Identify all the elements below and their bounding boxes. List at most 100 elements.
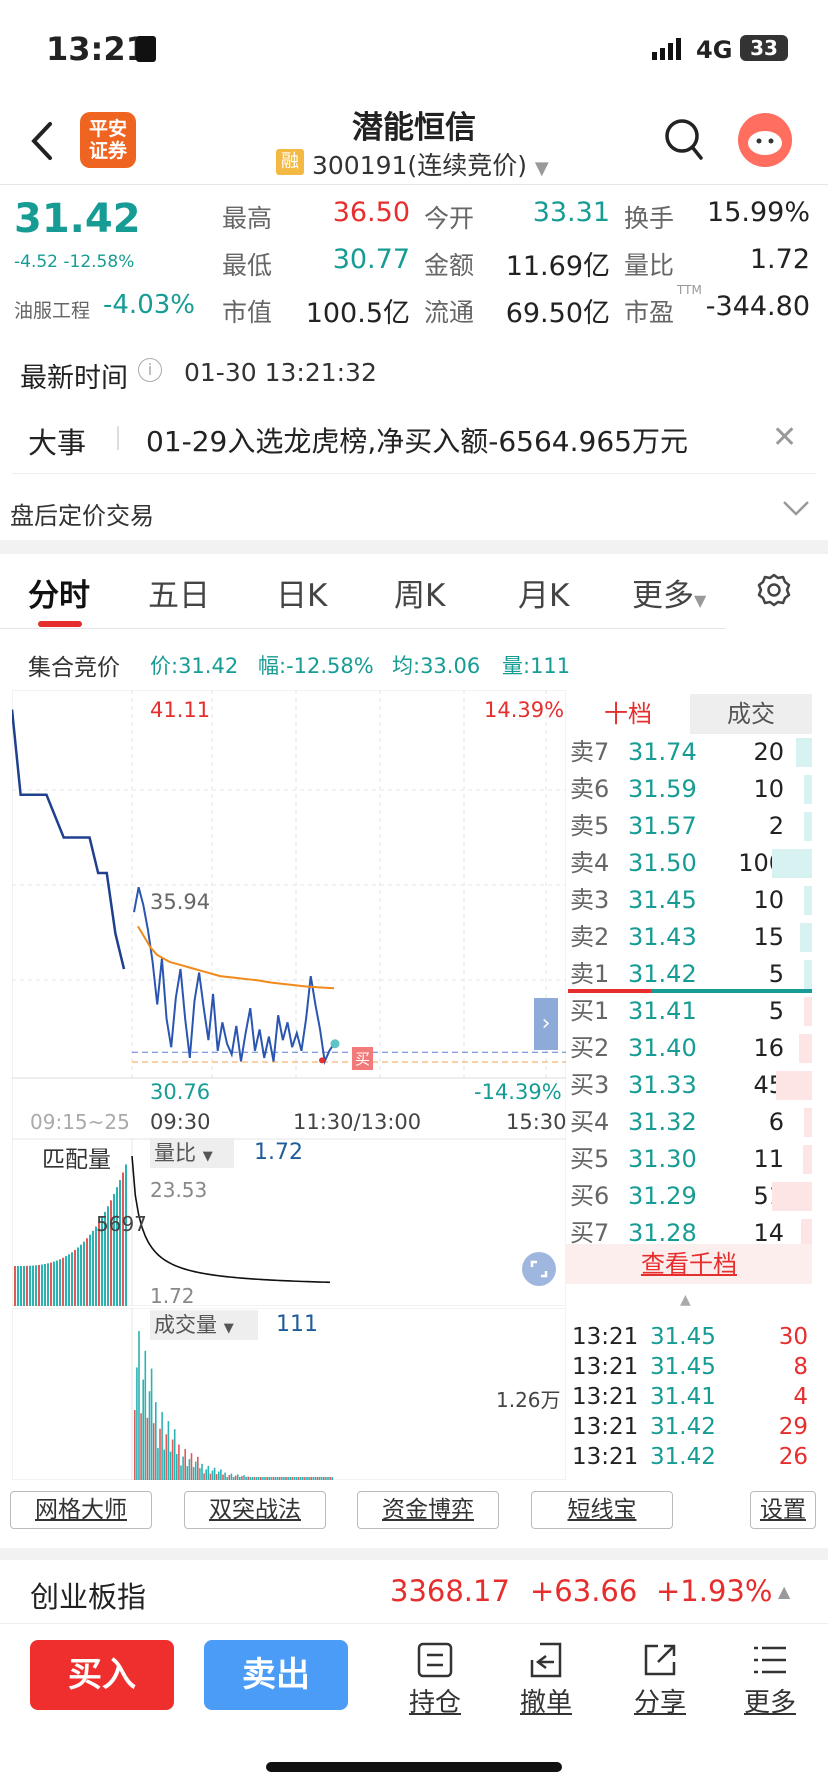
share-button[interactable]: 分享 bbox=[620, 1640, 700, 1719]
level-label: 卖2 bbox=[570, 923, 610, 951]
level-depth-bar bbox=[804, 886, 812, 915]
positions-button[interactable]: 持仓 bbox=[395, 1640, 475, 1719]
volume-bar bbox=[178, 1444, 180, 1480]
grid-master-button[interactable]: 网格大师 bbox=[10, 1491, 152, 1529]
match-volume-bar bbox=[122, 1172, 124, 1306]
info-icon[interactable]: i bbox=[138, 358, 162, 382]
short-line-button[interactable]: 短线宝 bbox=[531, 1491, 673, 1529]
tab-five-day[interactable]: 五日 bbox=[148, 570, 210, 615]
volume-bar bbox=[138, 1331, 140, 1480]
index-bar[interactable]: 创业板指 3368.17 +63.66 +1.93% ▲ bbox=[0, 1560, 828, 1624]
search-icon[interactable] bbox=[664, 118, 704, 166]
match-volume-bar bbox=[71, 1252, 73, 1306]
match-volume-bar bbox=[38, 1264, 40, 1306]
settings-gear-icon[interactable] bbox=[756, 572, 792, 612]
match-volume-bar bbox=[80, 1244, 82, 1306]
ratio-label: 量比 bbox=[154, 1141, 196, 1165]
max-price-label: 41.11 bbox=[150, 698, 211, 722]
volume-bar bbox=[304, 1477, 306, 1480]
volume-dropdown[interactable]: 成交量 ▼ bbox=[150, 1310, 258, 1340]
industry-name[interactable]: 油服工程 bbox=[14, 296, 90, 323]
match-volume-bar bbox=[65, 1256, 67, 1306]
volume-bar bbox=[194, 1461, 197, 1480]
tab-levels[interactable]: 十档 bbox=[568, 694, 688, 734]
volume-bar bbox=[253, 1477, 256, 1480]
volume-bar bbox=[310, 1477, 312, 1480]
level-label: 买4 bbox=[570, 1108, 610, 1136]
volume-bar bbox=[306, 1477, 308, 1480]
volume-bar bbox=[211, 1470, 214, 1480]
avatar[interactable] bbox=[738, 113, 792, 167]
level-label: 卖7 bbox=[570, 738, 610, 766]
volume-bar bbox=[142, 1379, 144, 1480]
double-breakout-button[interactable]: 双突战法 bbox=[184, 1491, 326, 1529]
order-book-row: 买1 31.41 5 bbox=[568, 993, 812, 1030]
volume-bar bbox=[293, 1477, 296, 1480]
latest-time-label: 最新时间 bbox=[20, 363, 128, 394]
collapse-up-icon[interactable]: ▲ bbox=[680, 1292, 691, 1308]
match-volume-bar bbox=[41, 1264, 43, 1306]
buy-button[interactable]: 买入 bbox=[30, 1640, 174, 1710]
level-price: 31.33 bbox=[628, 1071, 697, 1099]
level-depth-bar bbox=[799, 1034, 812, 1063]
tab-trades[interactable]: 成交 bbox=[690, 694, 812, 734]
level-price: 31.45 bbox=[628, 886, 697, 914]
match-volume-bar bbox=[56, 1260, 58, 1306]
fullscreen-icon[interactable] bbox=[522, 1252, 556, 1286]
more-menu-button[interactable]: 更多 bbox=[730, 1640, 810, 1719]
volume-bar bbox=[180, 1465, 182, 1480]
level-qty: 10 bbox=[753, 775, 784, 803]
tab-daily-k[interactable]: 日K bbox=[276, 570, 327, 615]
volume-bar bbox=[146, 1417, 149, 1480]
match-volume-bar bbox=[35, 1265, 37, 1306]
volume-bar bbox=[199, 1468, 201, 1480]
tab-timeshare[interactable]: 分时 bbox=[28, 570, 90, 615]
trade-row: 13:21 31.41 4 bbox=[570, 1382, 810, 1412]
level-qty: 10 bbox=[753, 886, 784, 914]
volume-bar bbox=[182, 1456, 184, 1480]
volume-bar bbox=[278, 1477, 281, 1480]
index-change: +63.66 bbox=[530, 1574, 638, 1608]
volume-bar bbox=[318, 1477, 321, 1480]
level-price: 31.42 bbox=[628, 960, 697, 988]
trade-row: 13:21 31.42 29 bbox=[570, 1412, 810, 1442]
volume-bar bbox=[320, 1477, 323, 1480]
cancel-order-button[interactable]: 撤单 bbox=[506, 1640, 586, 1719]
stock-code[interactable]: 300191(连续竞价) ▼ bbox=[312, 146, 549, 182]
volume-bar bbox=[234, 1475, 237, 1480]
ratio-max: 23.53 bbox=[150, 1178, 208, 1202]
quote-value: 69.50亿 bbox=[505, 298, 610, 329]
price-change: -4.52 -12.58% bbox=[14, 252, 135, 272]
trade-price: 31.41 bbox=[650, 1384, 716, 1410]
volume-ratio-line bbox=[131, 1155, 331, 1284]
x-label-midday: 11:30/13:00 bbox=[293, 1110, 422, 1134]
volume-bar bbox=[260, 1477, 262, 1480]
close-icon[interactable]: ✕ bbox=[772, 420, 797, 455]
after-hours-label: 盘后定价交易 bbox=[10, 502, 154, 530]
min-pct-label: -14.39% bbox=[474, 1080, 562, 1104]
volume-bar bbox=[176, 1454, 178, 1480]
expand-panel-icon[interactable]: › bbox=[534, 998, 558, 1050]
level-label: 买5 bbox=[570, 1145, 610, 1173]
trade-qty: 4 bbox=[793, 1384, 808, 1410]
sell-button[interactable]: 卖出 bbox=[204, 1640, 348, 1710]
capital-game-button[interactable]: 资金博弈 bbox=[357, 1491, 499, 1529]
volume-bar bbox=[215, 1474, 218, 1480]
volume-bar bbox=[329, 1477, 331, 1480]
tab-more[interactable]: 更多▼ bbox=[632, 570, 706, 615]
volume-ratio-dropdown[interactable]: 量比 ▼ bbox=[150, 1138, 234, 1168]
volume-bar bbox=[302, 1477, 304, 1480]
more-label: 更多 bbox=[743, 1688, 796, 1718]
event-divider bbox=[117, 426, 119, 450]
view-all-levels-button[interactable]: 查看千档 bbox=[566, 1244, 812, 1284]
id-card-icon bbox=[136, 36, 156, 62]
after-hours-bar[interactable]: 盘后定价交易 bbox=[0, 484, 828, 540]
tools-settings-button[interactable]: 设置 bbox=[750, 1491, 816, 1529]
event-bar[interactable]: 大事 01-29入选龙虎榜,净买入额-6564.965万元 ✕ bbox=[12, 406, 816, 474]
tab-monthly-k[interactable]: 月K bbox=[518, 570, 569, 615]
info-vol: 量:111 bbox=[502, 654, 571, 678]
tab-weekly-k[interactable]: 周K bbox=[394, 570, 445, 615]
volume-bar bbox=[136, 1367, 138, 1480]
price-chart[interactable] bbox=[12, 690, 566, 1140]
info-avg: 均:33.06 bbox=[392, 654, 481, 678]
